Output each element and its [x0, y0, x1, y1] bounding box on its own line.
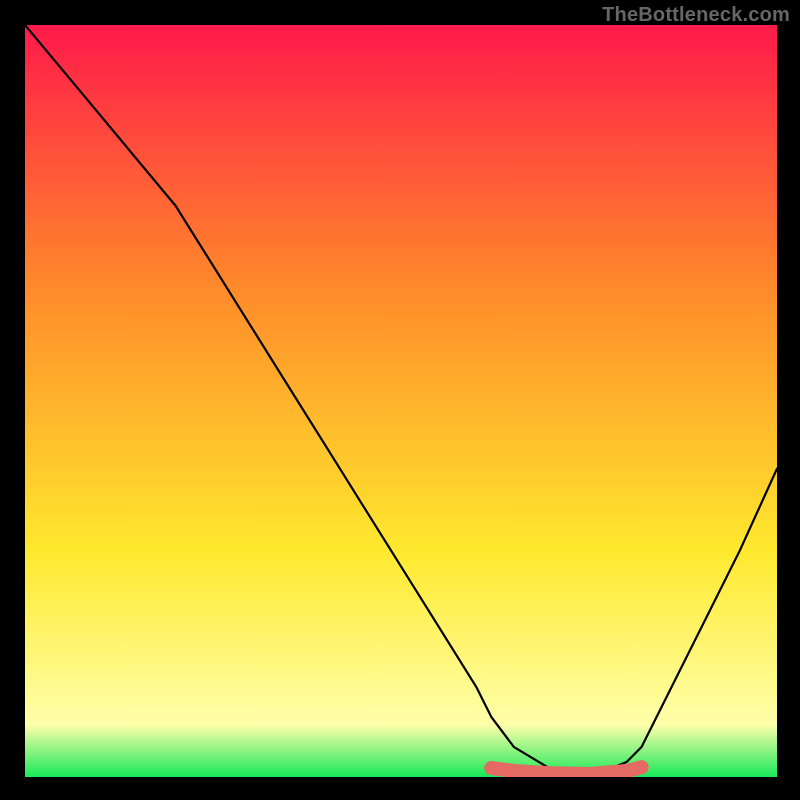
watermark-text: TheBottleneck.com [602, 4, 790, 27]
gradient-background [25, 25, 777, 777]
minimum-region-end-dot [635, 760, 649, 774]
chart-svg [25, 25, 777, 777]
chart-stage: TheBottleneck.com [0, 0, 800, 800]
plot-area [25, 25, 777, 777]
minimum-region-marker [491, 767, 641, 774]
